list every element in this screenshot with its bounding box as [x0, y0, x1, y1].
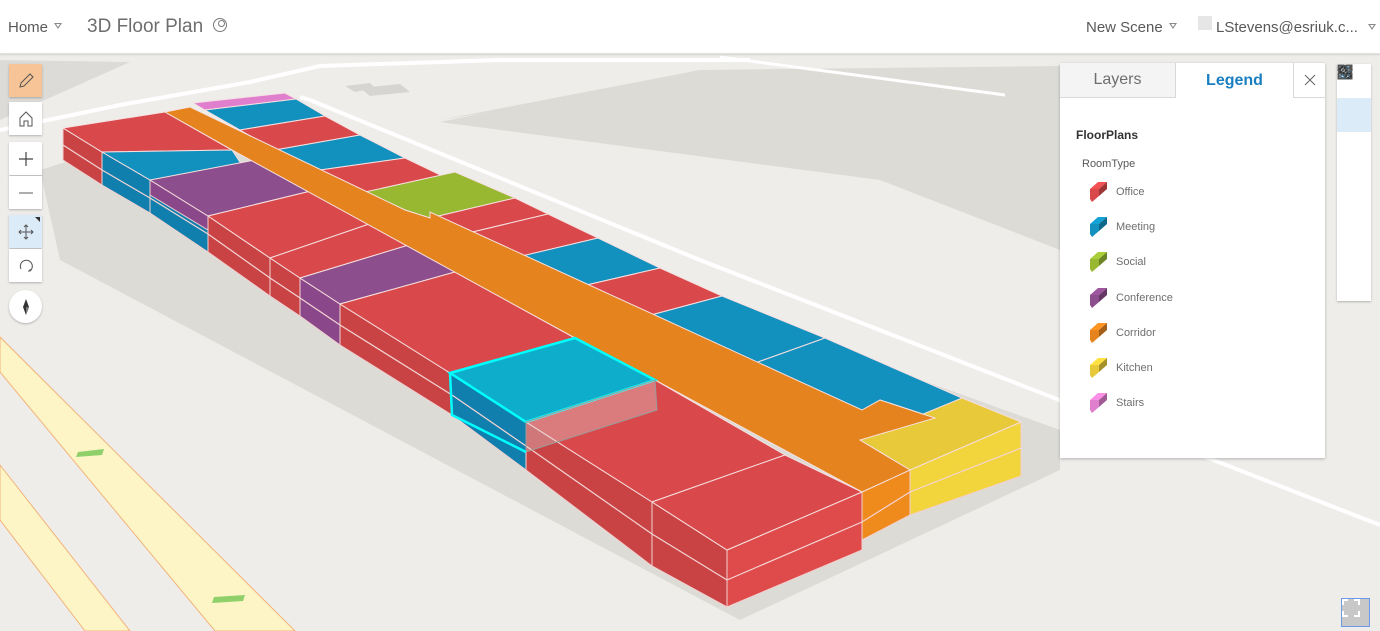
measure-button[interactable]: [1337, 66, 1371, 234]
new-scene-label: New Scene: [1086, 18, 1163, 36]
close-panel-button[interactable]: [1293, 63, 1325, 98]
close-icon: [1304, 74, 1315, 86]
home-menu[interactable]: Home: [8, 0, 63, 54]
compass-button[interactable]: [9, 290, 42, 323]
more-options-indicator: [35, 217, 40, 222]
zoom-out-button[interactable]: [9, 176, 42, 209]
pan-arrows-icon: [17, 223, 34, 240]
edit-button[interactable]: [9, 64, 42, 97]
fullscreen-icon: [1342, 599, 1360, 617]
plus-icon: [18, 151, 33, 166]
fullscreen-button[interactable]: [1341, 598, 1370, 627]
legend-item-kitchen: Kitchen: [1088, 357, 1153, 379]
layers-legend-panel: Layers Legend FloorPlans RoomType Office…: [1060, 63, 1325, 458]
share-button[interactable]: [1337, 65, 1371, 268]
panel-tabs: Layers Legend: [1060, 63, 1325, 98]
room-symbol-icon: [1090, 358, 1107, 378]
legend-layer-title: FloorPlans: [1076, 128, 1139, 142]
room-symbol-icon: [1090, 393, 1107, 414]
layers-button[interactable]: [1337, 65, 1371, 132]
home-view-button[interactable]: [9, 102, 42, 135]
basemap-button[interactable]: [1337, 64, 1371, 166]
user-label: LStevens@esriuk.c...: [1216, 18, 1358, 36]
room-symbol-icon: [1090, 287, 1107, 308]
daylight-button[interactable]: [1337, 65, 1371, 200]
legend-item-label: Social: [1116, 256, 1146, 269]
room-symbol-icon: [1090, 252, 1107, 273]
tab-layers[interactable]: Layers: [1060, 63, 1176, 98]
legend-item-stairs: Stairs: [1088, 392, 1144, 414]
rotate-button[interactable]: [9, 249, 42, 282]
home-label: Home: [8, 18, 49, 36]
legend-item-meeting: Meeting: [1088, 216, 1155, 238]
app-header: Home 3D Floor Plan New Scene LStevens@es…: [0, 0, 1380, 54]
rotate-icon: [19, 259, 33, 271]
room-symbol-icon: [1090, 217, 1107, 238]
tab-legend[interactable]: Legend: [1176, 63, 1293, 98]
app-title-text: 3D Floor Plan: [87, 16, 204, 37]
home-icon: [19, 110, 32, 126]
legend-item-label: Kitchen: [1116, 362, 1153, 374]
compass-icon: [22, 298, 29, 315]
app-title: 3D Floor Plan: [87, 0, 228, 54]
legend-item-office: Office: [1088, 181, 1145, 203]
road: [0, 336, 296, 631]
chevron-down-icon: [1168, 23, 1177, 29]
minus-icon: [18, 191, 33, 194]
user-chevron-down-icon[interactable]: [1368, 24, 1376, 30]
pencil-icon: [18, 72, 34, 88]
legend-item-label: Conference: [1116, 291, 1173, 304]
settings-button[interactable]: [1337, 66, 1371, 302]
legend-item-conference: Conference: [1088, 287, 1173, 309]
room-symbol-icon: [1090, 182, 1107, 202]
legend-item-label: Stairs: [1116, 397, 1145, 410]
legend-field-title: RoomType: [1082, 158, 1136, 170]
new-scene-menu[interactable]: New Scene: [1086, 0, 1177, 54]
zoom-in-button[interactable]: [9, 142, 42, 175]
gears-icon: [1339, 66, 1352, 79]
user-menu[interactable]: LStevens@esriuk.c...: [1198, 0, 1358, 54]
legend-item-social: Social: [1088, 251, 1146, 273]
pan-button[interactable]: [9, 215, 42, 248]
legend-item-label: Office: [1116, 186, 1145, 198]
room-symbol-icon: [1090, 322, 1107, 343]
legend-item-label: Corridor: [1116, 326, 1156, 339]
legend-item-corridor: Corridor: [1088, 322, 1156, 344]
chevron-down-icon: [54, 23, 63, 29]
right-toolbar: [1337, 64, 1371, 301]
globe-icon: [213, 18, 228, 32]
avatar: [1198, 16, 1212, 30]
legend-item-label: Meeting: [1116, 221, 1156, 234]
